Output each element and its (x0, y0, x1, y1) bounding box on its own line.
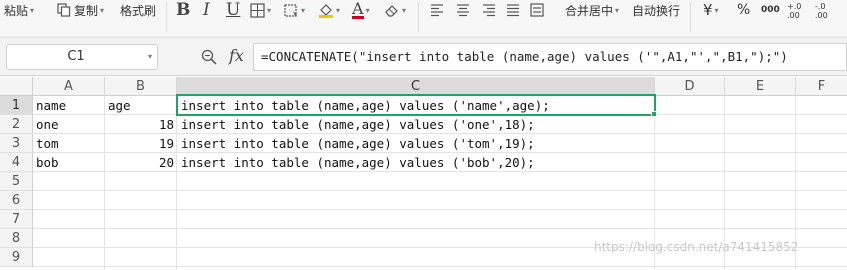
percent-icon: % (737, 2, 751, 18)
border-grid-icon (250, 2, 265, 18)
align-left-icon (430, 3, 444, 17)
currency-button[interactable]: ¥ ▾ (703, 0, 719, 20)
column-header-a[interactable]: A (33, 77, 105, 96)
row-header-9[interactable]: 9 (0, 248, 33, 267)
divider (418, 2, 419, 32)
decrease-decimal-icon: -.0 .00 (815, 2, 828, 20)
align-right-button[interactable] (482, 0, 496, 20)
row-header-4[interactable]: 4 (0, 153, 33, 172)
cell-a1[interactable]: name (36, 96, 104, 115)
increase-decimal-icon: +.0 .00 (787, 2, 802, 20)
row-header-5[interactable]: 5 (0, 172, 33, 191)
cell-a4[interactable]: bob (36, 153, 104, 172)
column-header-f[interactable]: F (796, 77, 847, 96)
chevron-down-icon: ▾ (267, 5, 272, 15)
align-center-icon (456, 3, 470, 17)
decrease-decimal-button[interactable]: -.0 .00 (815, 0, 828, 22)
wrap-text-button[interactable]: 自动换行 (632, 0, 680, 20)
merge-center-label: 合并居中 (565, 3, 614, 18)
align-justify-icon (506, 3, 520, 17)
divider (690, 2, 691, 32)
row-header-7[interactable]: 7 (0, 210, 33, 229)
cell-b1[interactable]: age (108, 96, 176, 115)
formula-input[interactable]: =CONCATENATE("insert into table (name,ag… (253, 43, 847, 71)
justify-button[interactable] (506, 0, 520, 20)
chevron-down-icon: ▾ (301, 5, 306, 15)
fill-handle[interactable] (651, 111, 657, 117)
cell-b2[interactable]: 18 (105, 115, 174, 134)
thousands-icon: 000 (761, 5, 780, 15)
row-header-3[interactable]: 3 (0, 134, 33, 153)
chevron-down-icon: ▾ (336, 5, 341, 15)
copy-button[interactable]: 复制 ▾ (57, 0, 104, 20)
divider (166, 2, 167, 32)
cell-c3[interactable]: insert into table (name,age) values ('to… (181, 134, 651, 153)
cell-b3[interactable]: 19 (105, 134, 174, 153)
copy-label: 复制 (74, 3, 99, 18)
bold-button[interactable]: B (176, 0, 190, 20)
italic-button[interactable]: I (203, 0, 210, 20)
chevron-down-icon: ▾ (365, 5, 370, 15)
font-color-button[interactable]: A ▾ (352, 0, 370, 20)
cell-a2[interactable]: one (36, 115, 104, 134)
fill-color-button[interactable]: ▾ (318, 0, 340, 20)
chevron-down-icon[interactable]: ▾ (148, 52, 152, 61)
watermark-text: https://blog.csdn.net/a741415852 (594, 240, 799, 254)
wrap-text-label: 自动换行 (632, 3, 681, 18)
formula-bar: C1 ▾ fx =CONCATENATE("insert into table … (0, 38, 847, 76)
paste-button[interactable]: 粘贴 ▾ (4, 0, 34, 20)
active-cell-selection (176, 94, 656, 116)
ribbon-toolbar: 粘贴 ▾ 复制 ▾ 格式刷 B I U ▾ ▾ ▾ A ▾ ▾ 合并居中 ▾ 自… (0, 0, 847, 38)
chevron-down-icon: ▾ (714, 5, 719, 15)
cell-c4[interactable]: insert into table (name,age) values ('bo… (181, 153, 651, 172)
clear-format-button[interactable]: ▾ (384, 0, 406, 20)
row-header-1[interactable]: 1 (0, 96, 33, 115)
merge-center-button[interactable]: 合并居中 ▾ (565, 0, 619, 20)
borders-button[interactable]: ▾ (250, 0, 271, 20)
column-header-d[interactable]: D (655, 77, 725, 96)
currency-icon: ¥ (703, 1, 713, 19)
font-color-glyph: A (352, 0, 364, 19)
distributed-align-button[interactable] (530, 0, 544, 20)
align-right-icon (482, 3, 496, 17)
chevron-down-icon: ▾ (30, 5, 35, 15)
select-all-corner[interactable] (0, 77, 33, 96)
chevron-down-icon: ▾ (100, 5, 105, 15)
chevron-down-icon: ▾ (402, 5, 407, 15)
insert-function-icon[interactable]: fx (229, 46, 244, 65)
align-distributed-icon (530, 3, 544, 17)
increase-decimal-button[interactable]: +.0 .00 (787, 0, 801, 22)
spreadsheet-grid: A B C D E F 1 2 3 4 5 6 7 8 9 name age i… (0, 77, 847, 270)
align-left-button[interactable] (430, 0, 444, 20)
percent-button[interactable]: % (737, 0, 750, 20)
paint-bucket-icon (318, 2, 334, 18)
format-painter-button[interactable]: 格式刷 (120, 0, 156, 20)
table-style-icon (284, 3, 299, 18)
underline-button[interactable]: U (226, 0, 240, 20)
row-header-6[interactable]: 6 (0, 191, 33, 210)
chevron-down-icon: ▾ (615, 5, 620, 15)
gridline (176, 96, 177, 270)
row-header-8[interactable]: 8 (0, 229, 33, 248)
column-header-b[interactable]: B (105, 77, 177, 96)
column-header-e[interactable]: E (725, 77, 796, 96)
copy-icon (57, 3, 71, 17)
cell-b4[interactable]: 20 (105, 153, 174, 172)
format-painter-label: 格式刷 (120, 3, 157, 18)
paste-label: 粘贴 (4, 3, 29, 18)
cell-style-button[interactable]: ▾ (284, 0, 305, 20)
align-center-button[interactable] (456, 0, 470, 20)
thousands-separator-button[interactable]: 000 (761, 0, 780, 20)
eraser-icon (384, 3, 400, 17)
cell-a3[interactable]: tom (36, 134, 104, 153)
cell-c2[interactable]: insert into table (name,age) values ('on… (181, 115, 651, 134)
name-box-value: C1 (67, 49, 85, 64)
row-header-2[interactable]: 2 (0, 115, 33, 134)
zoom-search-icon[interactable] (201, 49, 217, 69)
name-box[interactable]: C1 ▾ (6, 44, 158, 70)
